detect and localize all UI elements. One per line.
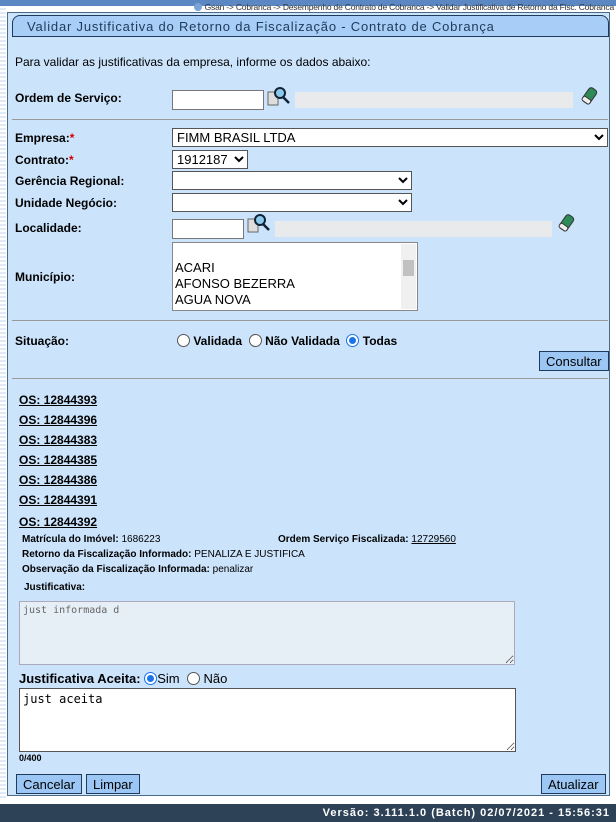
- justificativa-textarea[interactable]: just informada d: [19, 601, 515, 665]
- justificativa-label: Justificativa:: [24, 582, 86, 593]
- breadcrumb-text: Gsan -> Cobranca -> Desempenho de Contra…: [204, 2, 615, 12]
- aceita-label: Justificativa Aceita:: [19, 671, 141, 686]
- intro-text: Para validar as justificativas da empres…: [15, 55, 371, 69]
- ordem-servico-input[interactable]: [172, 90, 264, 110]
- os-link[interactable]: OS: 12844392: [19, 515, 97, 529]
- search-icon[interactable]: [246, 213, 270, 233]
- os-fiscalizada-label: Ordem Serviço Fiscalizada:: [278, 534, 409, 545]
- situacao-radio-group: Validada Não Validada Todas: [177, 334, 397, 348]
- localidade-description: [275, 221, 552, 237]
- observacao-label: Observação da Fiscalização Informada:: [22, 564, 210, 575]
- consultar-button[interactable]: Consultar: [539, 351, 609, 371]
- localidade-input[interactable]: [172, 219, 244, 239]
- radio-todas[interactable]: [346, 334, 360, 347]
- observacao-value: penalizar: [212, 564, 254, 575]
- municipio-option[interactable]: ACARI: [175, 260, 417, 276]
- eraser-icon[interactable]: [555, 213, 579, 233]
- localidade-label: Localidade:: [15, 221, 82, 235]
- os-link[interactable]: OS: 12844391: [19, 493, 97, 507]
- ordem-servico-description: [295, 92, 573, 108]
- left-strip: [0, 8, 6, 798]
- os-fiscalizada-link[interactable]: 12729560: [411, 534, 456, 545]
- divider: [12, 119, 608, 120]
- os-link[interactable]: OS: 12844393: [19, 393, 97, 407]
- gerencia-label: Gerência Regional:: [15, 174, 125, 188]
- help-icon[interactable]: [193, 3, 202, 11]
- eraser-icon[interactable]: [578, 86, 602, 106]
- limpar-button[interactable]: Limpar: [86, 774, 140, 794]
- matricula-label: Matrícula do Imóvel:: [22, 534, 119, 545]
- os-link[interactable]: OS: 12844385: [19, 453, 97, 467]
- os-link[interactable]: OS: 12844396: [19, 413, 97, 427]
- aceita-textarea[interactable]: just aceita: [19, 688, 516, 752]
- municipio-list[interactable]: ACARI AFONSO BEZERRA AGUA NOVA: [172, 242, 418, 311]
- unidade-select[interactable]: [172, 193, 412, 212]
- version-footer: Versão: 3.111.1.0 (Batch) 02/07/2021 - 1…: [0, 804, 616, 822]
- municipio-option[interactable]: AGUA NOVA: [175, 292, 417, 308]
- retorno-value: PENALIZA E JUSTIFICA: [194, 549, 305, 560]
- divider: [12, 320, 608, 321]
- cancelar-button[interactable]: Cancelar: [16, 774, 83, 794]
- retorno-label: Retorno da Fiscalização Informado:: [22, 549, 192, 560]
- contrato-select[interactable]: 1912187: [172, 150, 248, 169]
- municipio-label: Município:: [15, 270, 75, 284]
- ordem-servico-label: Ordem de Serviço:: [15, 91, 122, 105]
- page-title: Validar Justificativa do Retorno da Fisc…: [12, 15, 609, 37]
- radio-sim[interactable]: [144, 672, 158, 685]
- scrollbar[interactable]: [401, 244, 416, 309]
- radio-nao-validada[interactable]: [248, 334, 262, 347]
- municipio-option[interactable]: AFONSO BEZERRA: [175, 276, 417, 292]
- empresa-label: Empresa:*: [15, 131, 75, 145]
- gerencia-select[interactable]: [172, 171, 412, 190]
- unidade-label: Unidade Negócio:: [15, 196, 118, 210]
- contrato-label: Contrato:*: [15, 153, 74, 167]
- matricula-value: 1686223: [121, 534, 161, 545]
- radio-validada[interactable]: [177, 334, 190, 347]
- breadcrumb: Gsan -> Cobranca -> Desempenho de Contra…: [193, 2, 615, 12]
- radio-nao[interactable]: [186, 672, 200, 685]
- divider: [12, 378, 608, 379]
- atualizar-button[interactable]: Atualizar: [541, 774, 606, 794]
- os-link[interactable]: OS: 12844383: [19, 433, 97, 447]
- situacao-label: Situação:: [15, 334, 70, 348]
- char-counter: 0/400: [19, 753, 42, 763]
- search-icon[interactable]: [266, 86, 290, 106]
- os-link[interactable]: OS: 12844386: [19, 473, 97, 487]
- empresa-select[interactable]: FIMM BRASIL LTDA: [172, 128, 608, 147]
